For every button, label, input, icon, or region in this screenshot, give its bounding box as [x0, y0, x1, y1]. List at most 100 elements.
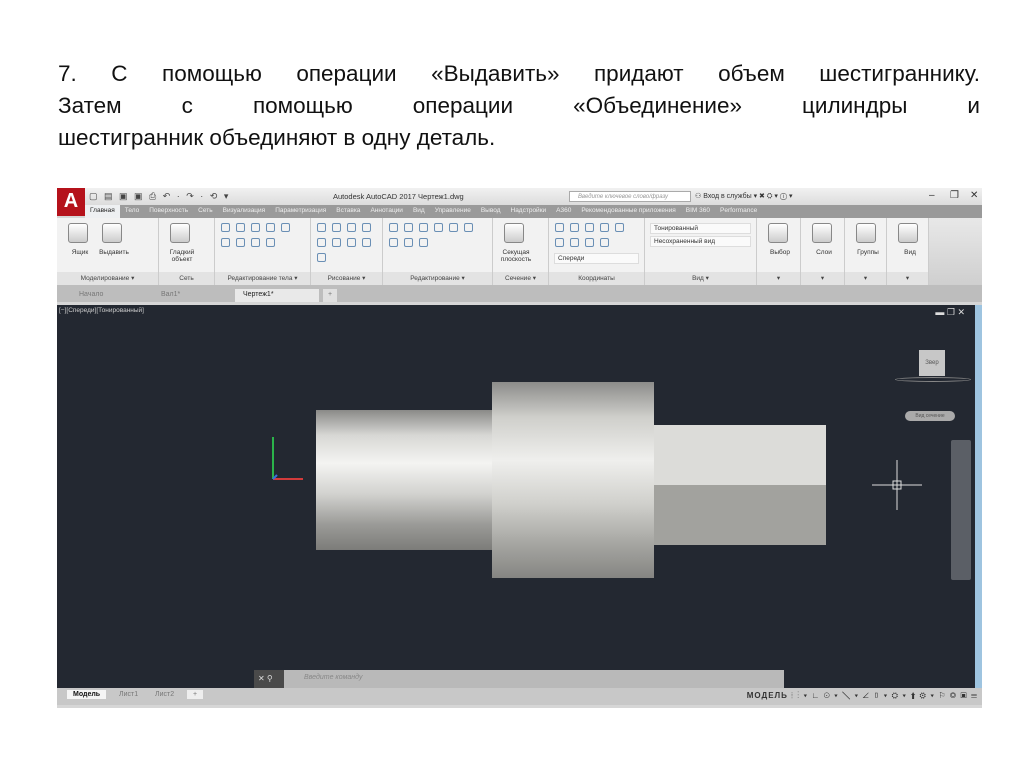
tool-icon[interactable]	[570, 238, 579, 247]
drawing-viewport[interactable]: [−][Спереди][Тонированный] ▬ ❐ ✕ Звер Ви…	[57, 305, 975, 688]
ribbon-button-label[interactable]: Ящик	[64, 249, 96, 256]
navigation-bar[interactable]	[951, 440, 971, 580]
ribbon-button-label[interactable]: Группы	[852, 249, 884, 256]
ribbon-dropdown[interactable]: Спереди	[554, 253, 639, 264]
panel-tools[interactable]	[314, 221, 379, 271]
ribbon-tab[interactable]: Параметризация	[270, 205, 331, 218]
new-tab-button[interactable]: +	[323, 289, 338, 302]
panel-label[interactable]: Моделирование ▾	[57, 272, 158, 285]
layout-tab-sheet2[interactable]: Лист2	[149, 690, 180, 699]
ribbon-dropdown[interactable]: Тонированный	[650, 223, 751, 234]
viewport-window-controls[interactable]: ▬ ❐ ✕	[935, 307, 965, 318]
tool-icon[interactable]	[362, 223, 371, 232]
ribbon-tab[interactable]: Управление	[430, 205, 476, 218]
ribbon-button-icon[interactable]	[768, 223, 788, 243]
ribbon-tab[interactable]: Главная	[85, 205, 120, 218]
command-close-icon[interactable]: ✕ ⚲	[254, 670, 284, 688]
ribbon-button-label[interactable]: Секущая плоскость	[500, 249, 532, 263]
panel-label[interactable]: Редактирование тела ▾	[215, 272, 310, 285]
tool-icon[interactable]	[281, 223, 290, 232]
viewport-controls[interactable]: [−][Спереди][Тонированный]	[59, 307, 144, 314]
ribbon-tab[interactable]: Тело	[120, 205, 145, 218]
ribbon-button-icon[interactable]	[856, 223, 876, 243]
tool-icon[interactable]	[555, 238, 564, 247]
tool-icon[interactable]	[434, 223, 443, 232]
model-space-label[interactable]: МОДЕЛЬ	[747, 691, 788, 700]
ribbon-button-label[interactable]: Гладкий объект	[166, 249, 198, 263]
restore-button[interactable]: ❐	[950, 190, 959, 201]
tool-icon[interactable]	[317, 223, 326, 232]
add-layout-button[interactable]: +	[187, 690, 204, 699]
panel-tools[interactable]: Секущая плоскость	[496, 221, 545, 271]
ribbon-button-label[interactable]: Выдавить	[98, 249, 130, 256]
tool-icon[interactable]	[332, 223, 341, 232]
tool-icon[interactable]	[464, 223, 473, 232]
tool-icon[interactable]	[221, 223, 230, 232]
tool-icon[interactable]	[419, 223, 428, 232]
viewcube-compass[interactable]	[895, 377, 971, 382]
panel-label[interactable]: ▾	[887, 272, 928, 285]
ribbon-tab[interactable]: BIM 360	[681, 205, 715, 218]
ribbon-tab[interactable]: Аннотации	[365, 205, 408, 218]
panel-label[interactable]: ▾	[757, 272, 800, 285]
tool-icon[interactable]	[600, 223, 609, 232]
tool-icon[interactable]	[555, 223, 564, 232]
ribbon-dropdown[interactable]: Несохраненный вид	[650, 236, 751, 247]
ribbon-button-icon[interactable]	[170, 223, 190, 243]
search-input[interactable]: Введите ключевое слово/фразу	[569, 191, 691, 202]
status-toggles[interactable]: МОДЕЛЬ ⦙ ⋮ ▾ ∟ ⊙ ▾ ╲ ▾ ∠ ▯ ▾ ⛭ ▾ ⬆ ⚙ ▾ ⚐…	[747, 691, 978, 701]
command-input[interactable]: Введите команду	[304, 674, 362, 681]
ribbon-tab[interactable]: Вывод	[476, 205, 506, 218]
command-line[interactable]: ✕ ⚲ Введите команду	[254, 670, 784, 688]
tool-icon[interactable]	[332, 238, 341, 247]
tool-icon[interactable]	[615, 223, 624, 232]
tool-icon[interactable]	[362, 238, 371, 247]
tool-icon[interactable]	[317, 253, 326, 262]
ribbon-button-label[interactable]: Слои	[808, 249, 840, 256]
panel-label[interactable]: Вид ▾	[645, 272, 756, 285]
tool-icon[interactable]	[236, 238, 245, 247]
vertical-scrollbar[interactable]	[975, 305, 982, 688]
quick-access-toolbar[interactable]: ▢ ▤ ▣ ▣ ⎙ ↶ · ↷ · ⟲ ▾	[89, 191, 230, 202]
panel-tools[interactable]: Спереди	[552, 221, 641, 271]
tool-icon[interactable]	[449, 223, 458, 232]
tool-icon[interactable]	[266, 238, 275, 247]
panel-tools[interactable]: Ящик Выдавить	[60, 221, 155, 271]
ribbon-button-icon[interactable]	[812, 223, 832, 243]
ribbon-tab[interactable]: Надстройки	[506, 205, 552, 218]
file-tab-drawing1[interactable]: Чертеж1*	[235, 289, 319, 302]
panel-label[interactable]: ▾	[845, 272, 886, 285]
tool-icon[interactable]	[347, 223, 356, 232]
panel-label[interactable]: Сечение ▾	[493, 272, 548, 285]
minimize-button[interactable]: –	[929, 190, 935, 201]
ribbon-button-icon[interactable]	[504, 223, 524, 243]
tool-icon[interactable]	[404, 238, 413, 247]
ribbon-tab[interactable]: Вид	[408, 205, 430, 218]
layout-tab-sheet1[interactable]: Лист1	[113, 690, 144, 699]
file-tab-start[interactable]: Начало	[71, 289, 161, 302]
panel-tools[interactable]: Вид	[890, 221, 925, 271]
tool-icon[interactable]	[585, 223, 594, 232]
layout-tab-model[interactable]: Модель	[67, 690, 107, 699]
panel-tools[interactable]: Выбор	[760, 221, 797, 271]
panel-label[interactable]: ▾	[801, 272, 844, 285]
ribbon-tab[interactable]: A360	[551, 205, 576, 218]
ribbon-button-icon[interactable]	[68, 223, 88, 243]
panel-label[interactable]: Рисование ▾	[311, 272, 382, 285]
tool-icon[interactable]	[389, 238, 398, 247]
tool-icon[interactable]	[317, 238, 326, 247]
viewcube[interactable]: Звер	[919, 350, 945, 376]
ribbon-tab[interactable]: Performance	[715, 205, 762, 218]
ribbon-tab[interactable]: Поверхность	[144, 205, 193, 218]
ribbon-tab[interactable]: Визуализация	[218, 205, 271, 218]
ribbon-button-label[interactable]: Выбор	[764, 249, 796, 256]
tool-icon[interactable]	[266, 223, 275, 232]
panel-tools[interactable]: Слои	[804, 221, 841, 271]
tool-icon[interactable]	[600, 238, 609, 247]
tool-icon[interactable]	[585, 238, 594, 247]
ribbon-tab[interactable]: Вставка	[331, 205, 365, 218]
tool-icon[interactable]	[389, 223, 398, 232]
app-logo[interactable]: A	[57, 188, 85, 216]
file-tab-val1[interactable]: Вал1*	[153, 289, 233, 302]
tool-icon[interactable]	[347, 238, 356, 247]
